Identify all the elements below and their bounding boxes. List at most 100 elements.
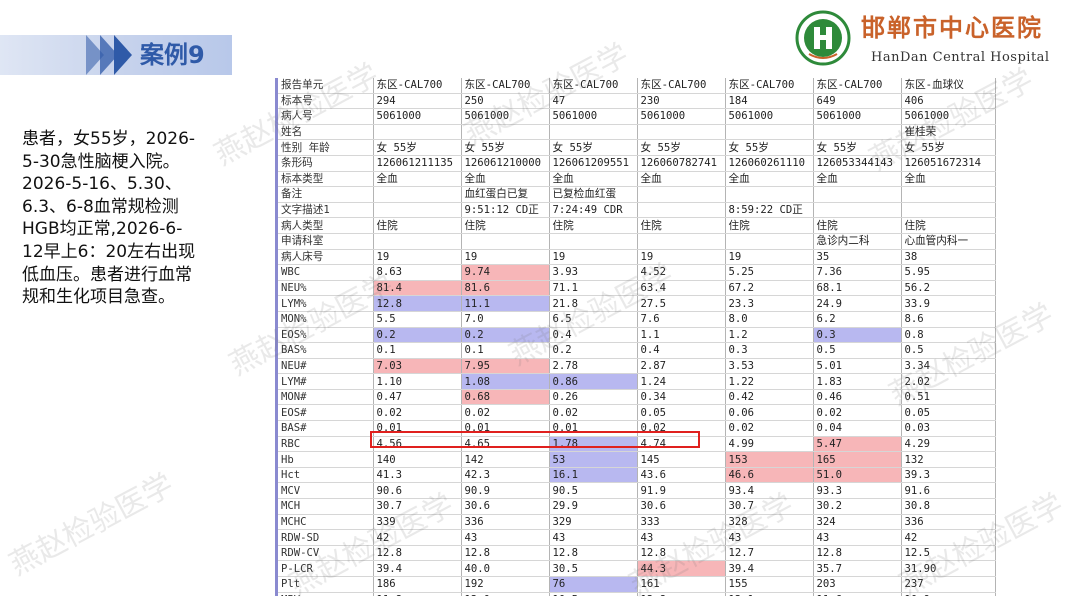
flagged-value-cell: 0.2 xyxy=(461,327,550,344)
value-cell: 43 xyxy=(549,529,638,546)
value-cell: 93.4 xyxy=(725,482,814,500)
row-label: RDW-SD xyxy=(278,529,374,546)
table-cell: 126060782741 xyxy=(637,155,726,172)
value-cell: 2.87 xyxy=(637,358,726,375)
table-cell: 女 55岁 xyxy=(813,139,902,156)
flagged-value-cell: 12.8 xyxy=(373,295,462,312)
table-cell: 294 xyxy=(373,93,462,110)
flagged-value-cell: 53 xyxy=(549,451,638,468)
value-cell: 0.05 xyxy=(901,404,996,422)
hospital-name-en: HanDan Central Hospital xyxy=(871,50,1050,65)
value-cell: 333 xyxy=(637,514,726,531)
value-cell: 0.3 xyxy=(725,342,814,359)
table-cell: 女 55岁 xyxy=(549,139,638,156)
table-row: MCH 30.7 30.6 29.9 30.6 30.7 30.2 30.8 xyxy=(278,498,996,515)
table-header-row: 报告单元 东区-CAL700 东区-CAL700 东区-CAL700 东区-CAL700… xyxy=(278,78,996,94)
table-cell: 35 xyxy=(813,249,902,266)
table-row: 姓名 崔桂荣 xyxy=(278,124,996,141)
row-label: Hb xyxy=(278,451,374,468)
table-row: LYM% 12.8 11.1 21.8 27.5 23.3 24.9 33.9 xyxy=(278,295,996,312)
value-cell: 12.8 xyxy=(637,592,726,596)
table-cell xyxy=(373,124,462,141)
value-cell: 336 xyxy=(461,514,550,531)
table-cell: 崔桂荣 xyxy=(901,124,996,141)
value-cell: 63.4 xyxy=(637,280,726,297)
value-cell: 5.25 xyxy=(725,264,814,281)
table-cell: 女 55岁 xyxy=(725,139,814,156)
value-cell: 8.0 xyxy=(725,311,814,328)
table-cell: 19 xyxy=(461,249,550,266)
value-cell: 21.8 xyxy=(549,295,638,312)
table-cell: 406 xyxy=(901,93,996,110)
value-cell: 161 xyxy=(637,576,726,593)
value-cell: 0.1 xyxy=(373,342,462,359)
table-cell: 血红蛋白已复 xyxy=(461,186,550,203)
table-cell xyxy=(637,186,726,203)
value-cell: 0.03 xyxy=(901,420,996,437)
value-cell: 6.5 xyxy=(549,311,638,328)
value-cell: 324 xyxy=(813,514,902,531)
table-cell xyxy=(637,233,726,250)
row-label: 报告单元 xyxy=(278,78,374,94)
value-cell: 1.22 xyxy=(725,373,814,390)
table-cell xyxy=(813,202,902,219)
table-cell: 8:59:22 CD正 xyxy=(725,202,814,219)
hb-highlight-box xyxy=(370,431,700,448)
column-header: 东区-CAL700 xyxy=(549,78,638,94)
value-cell: 0.4 xyxy=(549,327,638,344)
value-cell: 91.6 xyxy=(901,482,996,500)
table-row: 文字描述1 9:51:12 CD正 7:24:49 CDR 8:59:22 CD正 xyxy=(278,202,996,219)
row-label: LYM# xyxy=(278,373,374,390)
value-cell: 41.3 xyxy=(373,467,462,484)
table-cell: 7:24:49 CDR xyxy=(549,202,638,219)
table-row: LYM# 1.10 1.08 0.86 1.24 1.22 1.83 2.02 xyxy=(278,373,996,390)
value-cell: 12.5 xyxy=(901,545,996,562)
flagged-value-cell: 16.1 xyxy=(549,467,638,484)
table-cell: 5061000 xyxy=(373,108,462,125)
table-row: RDW-CV 12.8 12.8 12.8 12.8 12.7 12.8 12.5 xyxy=(278,545,996,562)
value-cell: 132 xyxy=(901,451,996,468)
row-label: MCV xyxy=(278,482,374,500)
table-cell xyxy=(373,186,462,203)
row-label: 病人类型 xyxy=(278,217,374,234)
table-cell: 住院 xyxy=(373,217,462,234)
table-cell: 5061000 xyxy=(813,108,902,125)
table-cell: 184 xyxy=(725,93,814,110)
value-cell: 3.53 xyxy=(725,358,814,375)
value-cell: 71.1 xyxy=(549,280,638,297)
row-label: EOS% xyxy=(278,327,374,344)
flagged-value-cell: 5.47 xyxy=(813,436,902,453)
table-cell xyxy=(549,124,638,141)
value-cell: 3.34 xyxy=(901,358,996,375)
table-cell xyxy=(373,233,462,250)
row-label: 条形码 xyxy=(278,155,374,172)
flagged-value-cell: 46.6 xyxy=(725,467,814,484)
value-cell: 30.8 xyxy=(901,498,996,515)
value-cell: 0.42 xyxy=(725,389,814,406)
value-cell: 203 xyxy=(813,576,902,593)
hb-row: Hb 140 142 53 145 153 165 132 xyxy=(278,451,996,468)
flagged-value-cell: 0.2 xyxy=(373,327,462,344)
table-cell: 已复检血红蛋 xyxy=(549,186,638,203)
value-cell: 12.8 xyxy=(373,545,462,562)
row-label: MON# xyxy=(278,389,374,406)
flagged-value-cell: 7.03 xyxy=(373,358,462,375)
row-label: MCHC xyxy=(278,514,374,531)
row-label: Hct xyxy=(278,467,374,484)
row-label: 标本号 xyxy=(278,93,374,110)
row-label: 病人床号 xyxy=(278,249,374,266)
table-cell: 全血 xyxy=(461,171,550,188)
table-row: MON# 0.47 0.68 0.26 0.34 0.42 0.46 0.51 xyxy=(278,389,996,406)
value-cell: 43 xyxy=(461,529,550,546)
table-cell xyxy=(549,233,638,250)
value-cell: 1.2 xyxy=(725,327,814,344)
table-row: 申请科室 急诊内二科 心血管内科一 xyxy=(278,233,996,250)
value-cell: 35.7 xyxy=(813,560,902,577)
column-header: 东区-血球仪 xyxy=(901,78,996,94)
table-cell: 心血管内科一 xyxy=(901,233,996,250)
table-cell: 47 xyxy=(549,93,638,110)
table-row: 标本号 294 250 47 230 184 649 406 xyxy=(278,93,996,110)
row-label: 病人号 xyxy=(278,108,374,125)
table-cell: 126051672314 xyxy=(901,155,996,172)
table-cell: 38 xyxy=(901,249,996,266)
